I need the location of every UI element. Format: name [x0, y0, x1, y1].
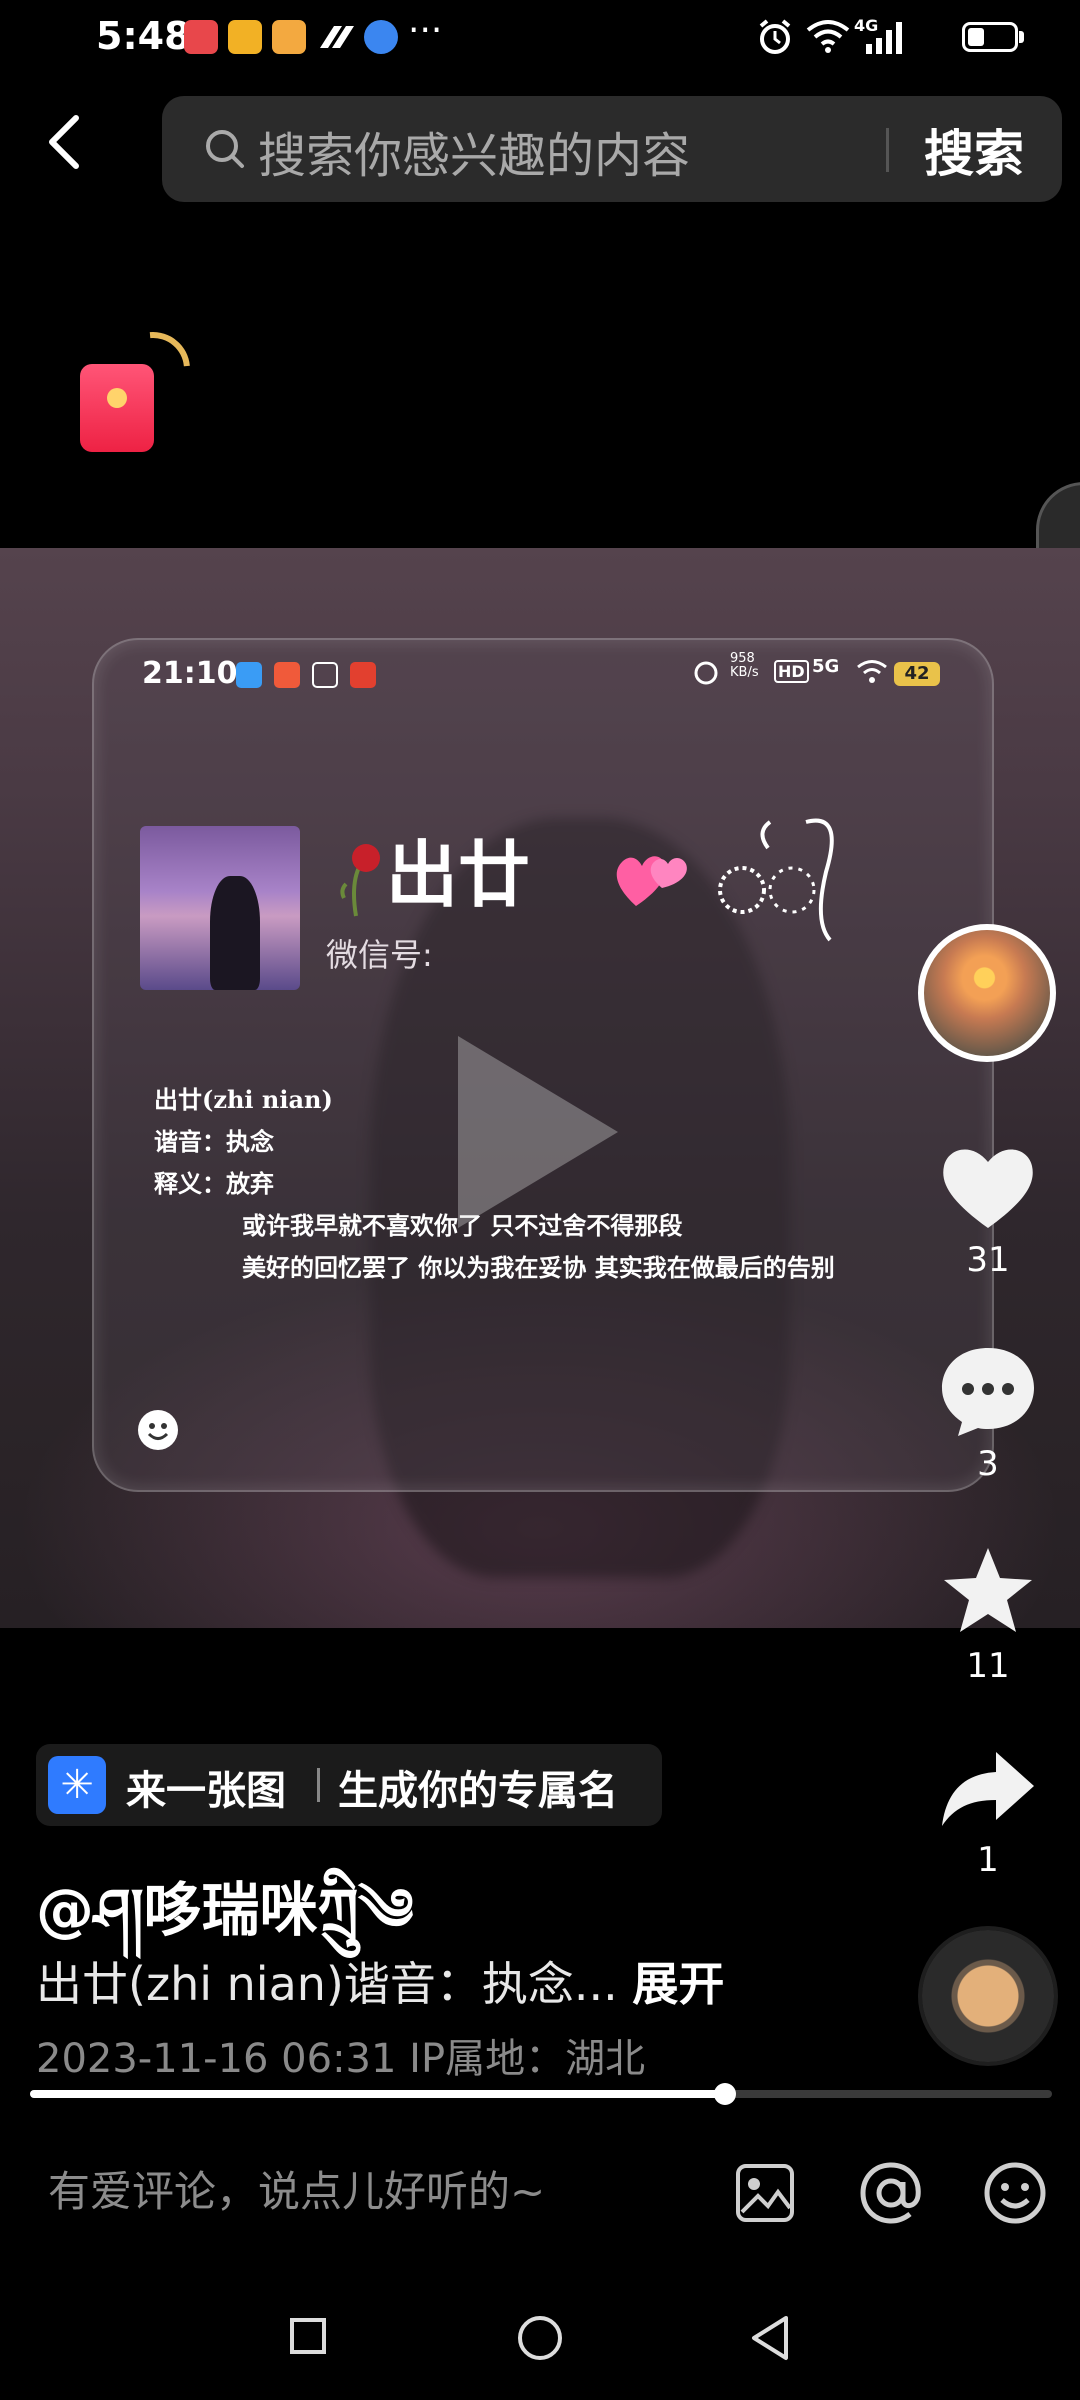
overlay-wechat-label: 微信号:: [326, 936, 433, 974]
overlay-hd-badge: HD: [774, 660, 809, 683]
favorite-count: 11: [966, 1646, 1010, 1686]
emoji-button[interactable]: [982, 2160, 1048, 2230]
red-packet-icon[interactable]: [80, 364, 154, 452]
alarm-icon: [756, 18, 794, 60]
overlay-mail-icon: [236, 662, 262, 688]
video-progress-fill: [30, 2090, 725, 2098]
image-icon: [736, 2164, 794, 2222]
share-count: 1: [977, 1840, 999, 1880]
video-player[interactable]: 21:10 958 KB/s HD 5G 42 出廿 微信号: 出廿(zhi n…: [0, 548, 1080, 1628]
box-app-icon: [272, 20, 306, 54]
asterisk-icon: ✳: [48, 1756, 106, 1814]
share-button[interactable]: [940, 1748, 1036, 1832]
post-meta: 2023-11-16 06:31 IP属地：湖北: [36, 2036, 646, 2082]
hint-text-a: 来一张图: [126, 1768, 286, 1814]
search-divider: [886, 128, 889, 172]
star-icon: [944, 1548, 1032, 1632]
deco-glyph-icon: [706, 812, 846, 946]
overlay-text-line: 出廿(zhi nian): [154, 1085, 333, 1114]
avatar-figure: [210, 876, 260, 990]
status-time: 5:48: [96, 14, 191, 58]
hint-text-b: 生成你的专属名: [338, 1768, 618, 1814]
heart-sparkle-icon: [606, 832, 698, 920]
chevron-left-icon: [49, 115, 79, 169]
ai-image-hint[interactable]: ✳ 来一张图 生成你的专属名: [36, 1744, 662, 1826]
post-description[interactable]: 出廿(zhi nian)谐音：执念... 展开: [36, 1948, 724, 2014]
overlay-text-line: 释义：放弃: [154, 1169, 274, 1198]
overlay-battery: 42: [894, 662, 940, 686]
back-button[interactable]: [44, 112, 104, 192]
comment-button[interactable]: [938, 1344, 1038, 1442]
play-icon[interactable]: [458, 1036, 618, 1228]
nav-home-button[interactable]: [518, 2316, 562, 2360]
overlay-text-line: 美好的回忆罢了 你以为我在妥协 其实我在做最后的告别: [242, 1253, 835, 1282]
search-button[interactable]: 搜索: [924, 114, 1024, 186]
music-disc[interactable]: [922, 1930, 1054, 2062]
comment-icon: [942, 1348, 1034, 1436]
battery-tip: [1019, 31, 1024, 43]
douyin-app-icon: [316, 18, 356, 60]
overlay-app2-icon: [350, 662, 376, 688]
battery-icon: [962, 22, 1018, 52]
search-input[interactable]: 搜索你感兴趣的内容: [258, 116, 690, 186]
overlay-text-line: 谐音：执念: [154, 1127, 274, 1156]
triangle-back-icon: [752, 2316, 788, 2360]
nav-back-button[interactable]: [748, 2314, 792, 2366]
overlay-net-speed: 958 KB/s: [730, 651, 759, 680]
smile-icon: [984, 2162, 1046, 2224]
share-arrow-icon: [942, 1752, 1034, 1826]
overlay-smile-icon: [138, 1410, 178, 1450]
signal-icon: [864, 20, 906, 58]
like-count: 31: [966, 1240, 1010, 1280]
at-icon: [860, 2162, 921, 2224]
book-app-icon: [184, 20, 218, 54]
status-more-icon: ···: [408, 10, 443, 51]
mention-button[interactable]: [858, 2160, 924, 2230]
overlay-network: 5G: [812, 656, 840, 677]
wilted-rose-icon: [336, 840, 382, 924]
overlay-profile-name: 出廿: [386, 833, 531, 917]
post-description-text: 出廿(zhi nian)谐音：执念...: [36, 1957, 618, 2011]
favorite-button[interactable]: [940, 1544, 1036, 1642]
overlay-avatar: [140, 826, 300, 990]
comment-count: 3: [977, 1444, 999, 1484]
overlay-grid-icon: [312, 662, 338, 688]
search-icon: [204, 128, 246, 174]
wifi-icon: [806, 18, 850, 58]
hint-divider: [317, 1768, 320, 1802]
browser-app-icon: [364, 20, 398, 54]
overlay-time: 21:10: [142, 656, 238, 691]
video-progress-handle[interactable]: [713, 2083, 736, 2105]
overlay-app-icon: [274, 662, 300, 688]
overlay-wifi-icon: [856, 658, 888, 688]
author-avatar[interactable]: [918, 924, 1056, 1062]
like-button[interactable]: [938, 1140, 1038, 1236]
heart-app-icon: [228, 20, 262, 54]
expand-link[interactable]: 展开: [632, 1957, 724, 2011]
nav-recents-button[interactable]: [290, 2318, 326, 2354]
status-bar: 5:48 ··· 4G: [0, 0, 1080, 78]
search-bar[interactable]: 搜索你感兴趣的内容 搜索: [162, 96, 1062, 202]
overlay-alarm-icon: [692, 658, 720, 690]
image-button[interactable]: [734, 2162, 796, 2228]
heart-icon: [943, 1149, 1033, 1228]
comment-input[interactable]: 有爱评论，说点儿好听的~: [48, 2158, 545, 2219]
video-progress-bar[interactable]: [30, 2083, 1052, 2105]
